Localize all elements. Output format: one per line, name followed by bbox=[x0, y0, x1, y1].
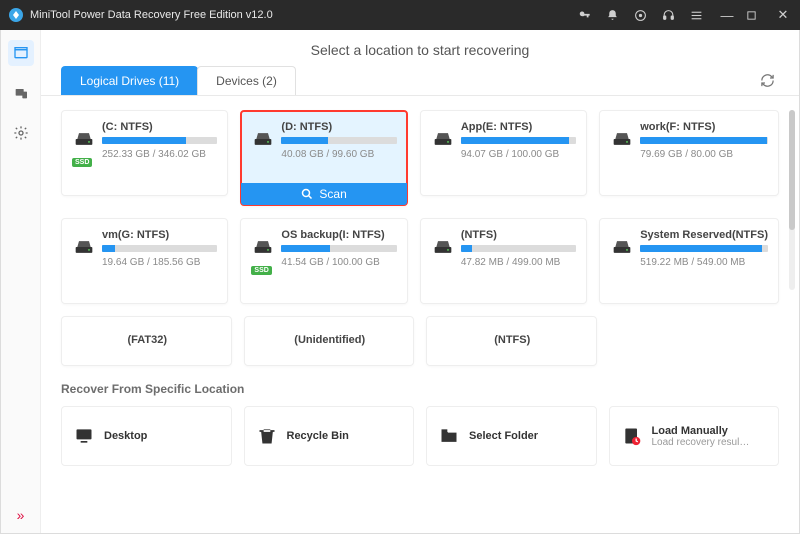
sidebar-item-recovery[interactable] bbox=[8, 40, 34, 66]
tab-logical-drives[interactable]: Logical Drives (11) bbox=[61, 66, 198, 95]
drive-size: 41.54 GB / 100.00 GB bbox=[281, 257, 396, 268]
drive-card[interactable]: System Reserved(NTFS) 519.22 MB / 549.00… bbox=[599, 218, 779, 304]
location-select-folder[interactable]: Select Folder bbox=[426, 406, 597, 466]
location-label: Recycle Bin bbox=[287, 430, 349, 442]
drive-card[interactable]: work(F: NTFS) 79.69 GB / 80.00 GB bbox=[599, 110, 779, 196]
minimize-button[interactable]: — bbox=[718, 8, 736, 23]
drive-name: OS backup(I: NTFS) bbox=[281, 229, 396, 241]
drive-size: 94.07 GB / 100.00 GB bbox=[461, 149, 576, 160]
headset-icon[interactable] bbox=[662, 9, 680, 22]
drive-size: 47.82 MB / 499.00 MB bbox=[461, 257, 576, 268]
page-heading: Select a location to start recovering bbox=[41, 30, 799, 66]
drive-name: (Unidentified) bbox=[294, 334, 365, 346]
usage-bar bbox=[281, 137, 396, 144]
locations-grid: Desktop Recycle Bin Select Folder Load M… bbox=[61, 406, 779, 466]
drive-size: 252.33 GB / 346.02 GB bbox=[102, 149, 217, 160]
drive-size: 79.69 GB / 80.00 GB bbox=[640, 149, 768, 160]
drive-name: System Reserved(NTFS) bbox=[640, 229, 768, 241]
drive-icon bbox=[612, 131, 632, 147]
location-recycle-bin[interactable]: Recycle Bin bbox=[244, 406, 415, 466]
drive-grid: (C: NTFS) 252.33 GB / 346.02 GB SSD (D: … bbox=[61, 110, 779, 304]
drive-card[interactable]: (D: NTFS) 40.08 GB / 99.60 GB Scan bbox=[240, 110, 407, 206]
refresh-icon[interactable] bbox=[760, 73, 779, 88]
drive-name: work(F: NTFS) bbox=[640, 121, 768, 133]
drive-icon bbox=[433, 239, 453, 255]
close-button[interactable]: ✕ bbox=[774, 7, 792, 23]
ssd-badge: SSD bbox=[72, 151, 92, 169]
maximize-button[interactable] bbox=[746, 10, 764, 21]
drive-icon bbox=[74, 239, 94, 255]
drive-size: 19.64 GB / 185.56 GB bbox=[102, 257, 217, 268]
location-sublabel: Load recovery result (*... bbox=[652, 437, 752, 448]
register-key-icon[interactable] bbox=[578, 8, 596, 22]
drive-card[interactable]: App(E: NTFS) 94.07 GB / 100.00 GB bbox=[420, 110, 587, 196]
menu-icon[interactable] bbox=[690, 9, 708, 22]
desktop-icon bbox=[74, 426, 94, 446]
location-label: Desktop bbox=[104, 430, 147, 442]
sidebar-item-devices[interactable] bbox=[8, 80, 34, 106]
disc-icon[interactable] bbox=[634, 9, 652, 22]
location-desktop[interactable]: Desktop bbox=[61, 406, 232, 466]
ssd-badge: SSD bbox=[251, 259, 271, 277]
drive-card[interactable]: OS backup(I: NTFS) 41.54 GB / 100.00 GB … bbox=[240, 218, 407, 304]
location-load-manually[interactable]: Load Manually Load recovery result (*... bbox=[609, 406, 780, 466]
drive-card[interactable]: vm(G: NTFS) 19.64 GB / 185.56 GB bbox=[61, 218, 228, 304]
usage-bar bbox=[640, 245, 768, 252]
usage-bar bbox=[461, 245, 576, 252]
drive-list-scroll: (C: NTFS) 252.33 GB / 346.02 GB SSD (D: … bbox=[41, 96, 799, 533]
drive-icon bbox=[612, 239, 632, 255]
drive-name: (FAT32) bbox=[127, 334, 167, 346]
drive-grid-extra: (FAT32) (Unidentified) (NTFS) bbox=[61, 316, 779, 366]
sidebar-item-settings[interactable] bbox=[8, 120, 34, 146]
drive-name: (D: NTFS) bbox=[281, 121, 396, 133]
drive-size: 40.08 GB / 99.60 GB bbox=[281, 149, 396, 160]
app-title: MiniTool Power Data Recovery Free Editio… bbox=[30, 9, 578, 21]
tab-devices[interactable]: Devices (2) bbox=[197, 66, 296, 95]
drive-card[interactable]: (Unidentified) bbox=[244, 316, 415, 366]
sidebar-expand-icon[interactable]: » bbox=[17, 507, 25, 523]
drive-name: (NTFS) bbox=[494, 334, 530, 346]
drive-icon bbox=[74, 131, 94, 147]
location-label: Select Folder bbox=[469, 430, 538, 442]
window-controls: — ✕ bbox=[578, 7, 792, 23]
tab-bar: Logical Drives (11) Devices (2) bbox=[41, 66, 799, 96]
drive-name: App(E: NTFS) bbox=[461, 121, 576, 133]
drive-name: (NTFS) bbox=[461, 229, 576, 241]
scrollbar[interactable] bbox=[789, 110, 795, 290]
usage-bar bbox=[102, 245, 217, 252]
usage-bar bbox=[281, 245, 396, 252]
sidebar: » bbox=[1, 30, 41, 533]
usage-bar bbox=[102, 137, 217, 144]
file-load-icon bbox=[622, 426, 642, 446]
locations-title: Recover From Specific Location bbox=[61, 382, 779, 396]
drive-card[interactable]: (FAT32) bbox=[61, 316, 232, 366]
usage-bar bbox=[461, 137, 576, 144]
app-icon bbox=[8, 7, 24, 23]
bell-icon[interactable] bbox=[606, 9, 624, 22]
location-label: Load Manually bbox=[652, 425, 752, 437]
drive-name: (C: NTFS) bbox=[102, 121, 217, 133]
scan-button[interactable]: Scan bbox=[241, 183, 406, 205]
drive-card[interactable]: (NTFS) bbox=[426, 316, 597, 366]
drive-card[interactable]: (NTFS) 47.82 MB / 499.00 MB bbox=[420, 218, 587, 304]
drive-name: vm(G: NTFS) bbox=[102, 229, 217, 241]
drive-size: 519.22 MB / 549.00 MB bbox=[640, 257, 768, 268]
drive-icon bbox=[253, 239, 273, 255]
trash-icon bbox=[257, 426, 277, 446]
folder-icon bbox=[439, 426, 459, 446]
titlebar: MiniTool Power Data Recovery Free Editio… bbox=[0, 0, 800, 30]
drive-icon bbox=[433, 131, 453, 147]
drive-icon bbox=[253, 131, 273, 147]
drive-card[interactable]: (C: NTFS) 252.33 GB / 346.02 GB SSD bbox=[61, 110, 228, 196]
usage-bar bbox=[640, 137, 768, 144]
